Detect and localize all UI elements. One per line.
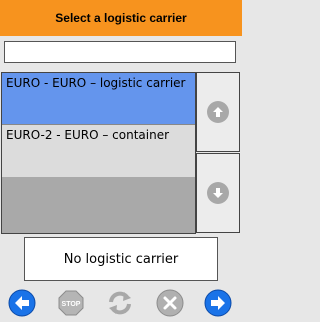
stop-label: STOP — [62, 301, 81, 308]
arrow-down-icon — [207, 182, 229, 204]
page-title: Select a logistic carrier — [55, 11, 187, 25]
scroll-controls — [196, 72, 240, 234]
search-input[interactable] — [4, 41, 236, 63]
bottom-toolbar: STOP — [0, 286, 242, 322]
list-item-label: EURO - EURO – logistic carrier — [6, 76, 186, 90]
status-text: No logistic carrier — [63, 251, 179, 267]
carrier-list: EURO - EURO – logistic carrier EURO-2 - … — [1, 72, 196, 234]
scroll-down-button[interactable] — [196, 153, 240, 233]
arrow-up-icon — [207, 101, 229, 123]
back-button[interactable] — [8, 289, 36, 317]
list-item[interactable]: EURO-2 - EURO – container — [2, 125, 195, 177]
list-item-label: EURO-2 - EURO – container — [6, 128, 170, 142]
title-bar: Select a logistic carrier — [0, 0, 242, 36]
refresh-button[interactable] — [106, 289, 134, 317]
stop-button[interactable]: STOP — [57, 289, 85, 317]
close-icon — [156, 289, 184, 317]
scroll-up-button[interactable] — [196, 72, 240, 152]
stop-icon: STOP — [58, 290, 84, 316]
arrow-right-icon — [204, 289, 232, 317]
cancel-button[interactable] — [156, 289, 184, 317]
arrow-left-icon — [8, 289, 36, 317]
next-button[interactable] — [204, 289, 232, 317]
refresh-icon — [109, 291, 131, 315]
status-display: No logistic carrier — [24, 237, 218, 281]
list-item[interactable]: EURO - EURO – logistic carrier — [2, 73, 195, 125]
